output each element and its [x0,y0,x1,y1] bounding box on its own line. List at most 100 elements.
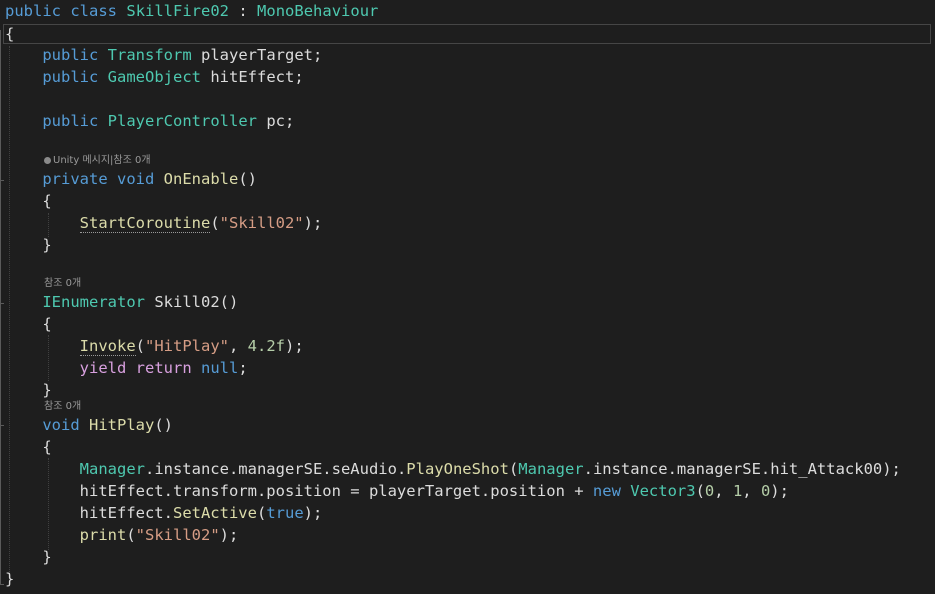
code-line-play-one-shot[interactable]: Manager.instance.managerSE.seAudio.PlayO… [5,458,901,480]
keyword-public: public [42,112,99,130]
code-line-set-position[interactable]: hitEffect.transform.position = playerTar… [5,480,789,502]
codelens-text: 참조 0개 [44,278,82,289]
paren: ( [135,337,145,355]
class-name: SkillFire02 [126,2,230,20]
type-name: Manager [79,460,145,478]
type-name: Transform [107,46,192,64]
keyword-private: private [42,170,108,188]
keyword-void: void [42,416,80,434]
paren: ( [210,214,220,232]
member-access: .instance.managerSE.hit_Attack00); [583,460,901,478]
semicolon: ; [238,359,248,377]
code-line-start-coroutine[interactable]: StartCoroutine("Skill02"); [5,212,322,234]
paren: ( [256,504,267,522]
call-tail: ); [770,482,789,500]
codelens-text: 참조 0개 [44,401,82,412]
code-line-set-active[interactable]: hitEffect.SetActive(true); [5,502,323,524]
brace: } [42,236,52,254]
comma: , [742,482,761,500]
paren: ( [508,460,519,478]
call-tail: ); [303,214,323,232]
assignment: hitEffect.transform.position = playerTar… [79,482,593,500]
code-line-open-brace[interactable]: { [5,436,52,458]
paren: ( [126,526,136,544]
type-name: Vector3 [630,482,696,500]
code-editor[interactable]: public class SkillFire02 : MonoBehaviour… [0,0,935,594]
brace: } [42,381,52,399]
parens: () [154,416,173,434]
code-line-invoke[interactable]: Invoke("HitPlay", 4.2f); [5,335,304,357]
keyword-public: public [5,2,61,20]
string-literal: "Skill02" [219,214,304,232]
code-line-field-pc[interactable]: public PlayerController pc; [5,110,294,132]
code-line-hitplay-signature[interactable]: void HitPlay() [5,414,173,436]
keyword-public: public [42,68,99,86]
colon: : [238,2,248,20]
comma: , [714,482,733,500]
base-class: MonoBehaviour [257,2,379,20]
method-call: PlayOneShot [406,460,509,478]
brace: { [5,25,15,43]
string-literal: "Skill02" [135,526,220,544]
code-line-field-playertarget[interactable]: public Transform playerTarget; [5,44,322,66]
unity-icon [44,157,51,164]
comma: , [229,337,248,355]
keyword-true: true [266,504,304,522]
type-name: GameObject [107,68,201,86]
code-line-skill02-signature[interactable]: IEnumerator Skill02() [5,291,238,313]
codelens-references[interactable]: 참조 0개 [44,277,81,291]
method-name: Skill02() [154,293,239,311]
code-line-close-brace[interactable]: } [5,546,52,568]
current-line-highlight [3,24,931,44]
brace: { [42,315,52,333]
fold-tick [0,584,4,585]
type-name: PlayerController [107,112,257,130]
call-tail: ); [219,526,239,544]
method-call: Invoke [79,337,136,356]
brace: { [42,192,52,210]
keyword-null: null [201,359,239,377]
fold-tick [0,303,4,304]
code-line-class-declaration[interactable]: public class SkillFire02 : MonoBehaviour [5,0,378,22]
code-line-print[interactable]: print("Skill02"); [5,524,239,546]
code-line-close-brace[interactable]: } [5,234,52,256]
brace: } [42,548,52,566]
call-tail: ); [303,504,323,522]
codelens-unity-message[interactable]: Unity 메시지|참조 0개 [44,154,151,168]
member-access: .instance.managerSE.seAudio. [144,460,407,478]
type-name: Manager [518,460,584,478]
brace: } [5,570,15,588]
codelens-references[interactable]: 참조 0개 [44,400,81,414]
code-line-close-brace[interactable]: } [5,379,52,401]
member-access: hitEffect. [79,504,173,522]
code-line-open-brace[interactable]: { [5,190,52,212]
method-call: StartCoroutine [79,214,211,233]
brace: { [42,438,52,456]
string-literal: "HitPlay" [145,337,229,355]
code-line-yield-return[interactable]: yield return null; [5,357,248,379]
fold-tick [0,425,4,426]
fold-marker-class [0,30,4,584]
parens: () [238,170,257,188]
number-literal: 0 [760,482,771,500]
field-name: hitEffect; [210,68,304,86]
codelens-text: Unity 메시지|참조 0개 [53,155,151,166]
paren: ( [695,482,705,500]
method-name: HitPlay [89,416,155,434]
code-line-open-brace[interactable]: { [5,23,14,45]
code-line-onenable-signature[interactable]: private void OnEnable() [5,168,257,190]
keyword-void: void [117,170,155,188]
call-tail: ); [285,337,304,355]
type-name: IEnumerator [42,293,145,311]
number-literal: 0 [704,482,715,500]
method-call: print [79,526,127,544]
method-call: SetActive [172,504,257,522]
field-name: playerTarget; [201,46,323,64]
code-line-field-hiteffect[interactable]: public GameObject hitEffect; [5,66,304,88]
code-line-open-brace[interactable]: { [5,313,52,335]
number-literal: 4.2f [247,337,285,355]
keyword-class: class [70,2,118,20]
keyword-public: public [42,46,99,64]
number-literal: 1 [732,482,743,500]
code-line-class-close-brace[interactable]: } [5,568,14,590]
